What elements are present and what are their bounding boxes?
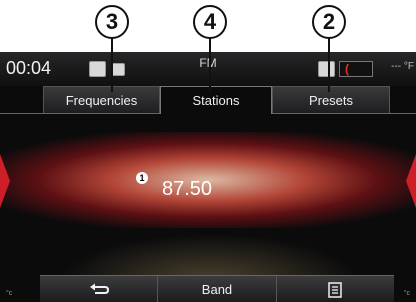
band-name: FM <box>199 56 217 70</box>
tab-underline-left <box>0 113 160 114</box>
callout-2-leader <box>328 38 330 92</box>
bottom-bar: Band <box>40 275 394 302</box>
status-bar: 00:04 FM ( --- °F <box>0 52 416 86</box>
back-button[interactable] <box>40 276 159 302</box>
preset-number-badge: 1 <box>136 172 148 184</box>
media-source-icon <box>89 61 106 77</box>
phone-status-icon <box>318 61 335 77</box>
outside-temperature: --- °F <box>391 61 414 72</box>
callout-3-leader <box>111 38 113 92</box>
phone-icon: ( <box>345 62 349 76</box>
callout-4-leader <box>209 38 211 92</box>
back-arrow-icon <box>89 283 109 294</box>
tab-presets[interactable]: Presets <box>272 86 390 113</box>
tab-frequencies-label: Frequencies <box>65 92 138 108</box>
band-button-label: Band <box>201 282 233 297</box>
callout-4: 4 <box>193 5 227 39</box>
station-frequency[interactable]: 87.50 <box>162 178 212 201</box>
tab-frequencies[interactable]: Frequencies <box>43 86 160 113</box>
traffic-info-icon <box>111 63 125 76</box>
list-icon <box>328 281 343 298</box>
tab-presets-label: Presets <box>308 92 354 108</box>
band-button[interactable]: Band <box>158 276 277 302</box>
radio-screen: 00:04 FM ( --- °F Frequencies Stations P… <box>0 52 416 302</box>
callout-3: 3 <box>95 5 129 39</box>
tab-stations[interactable]: Stations <box>160 86 272 114</box>
callout-2: 2 <box>312 5 346 39</box>
bottom-glow <box>60 202 360 282</box>
menu-button[interactable] <box>277 276 394 302</box>
tab-underline-right <box>272 113 416 114</box>
right-temperature-unit: °c <box>403 290 410 297</box>
left-temperature-unit: °c <box>6 290 13 297</box>
tab-stations-label: Stations <box>192 93 240 108</box>
clock: 00:04 <box>6 58 52 78</box>
